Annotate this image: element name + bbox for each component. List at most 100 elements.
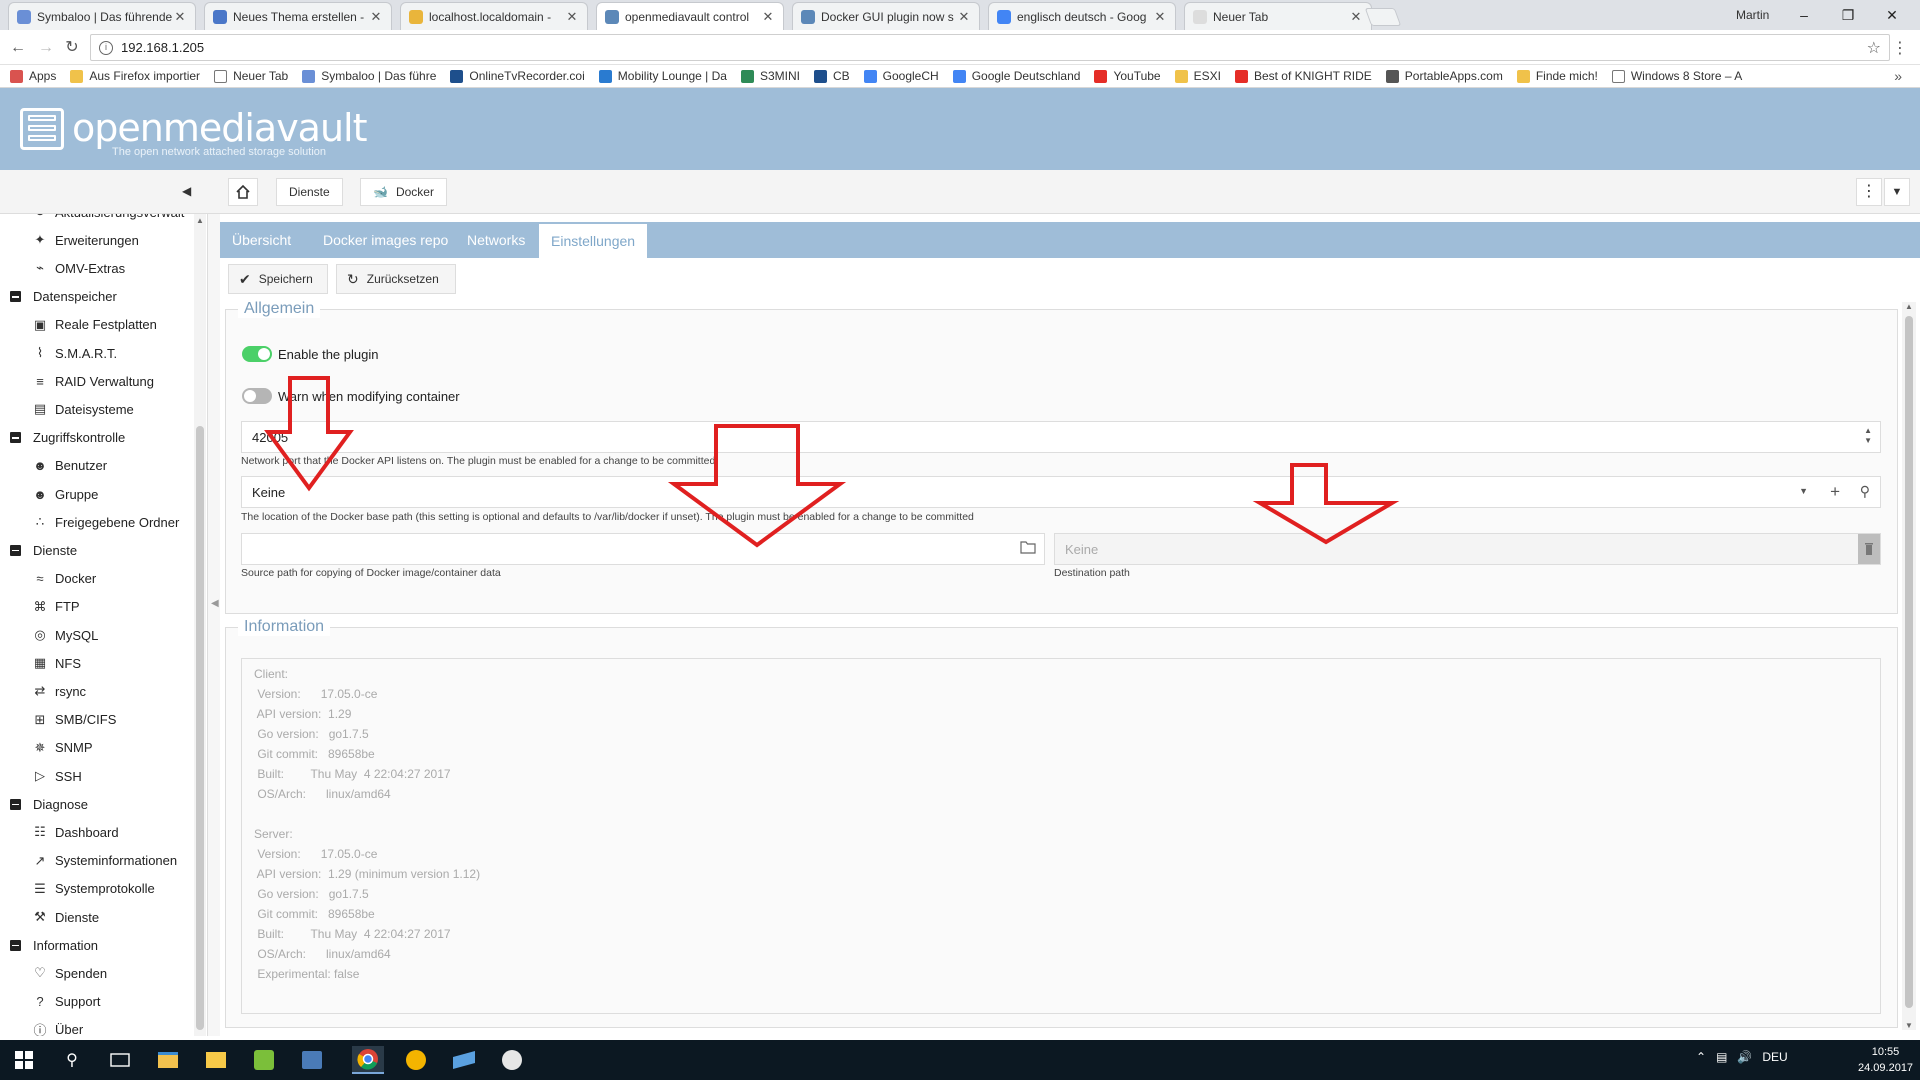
chrome-icon[interactable] bbox=[352, 1046, 384, 1074]
sidebar-item[interactable]: ☻ Gruppe bbox=[32, 480, 98, 508]
collapse-group-icon[interactable] bbox=[10, 798, 21, 810]
close-tab-icon[interactable]: ✕ bbox=[565, 9, 579, 25]
close-tab-icon[interactable]: ✕ bbox=[369, 9, 383, 25]
file-explorer-icon[interactable] bbox=[152, 1046, 184, 1074]
collapse-group-icon[interactable] bbox=[10, 432, 21, 444]
sidebar-item[interactable]: ⚒ Dienste bbox=[32, 903, 99, 931]
folder-icon[interactable] bbox=[1020, 540, 1036, 557]
close-tab-icon[interactable]: ✕ bbox=[1349, 9, 1363, 25]
browser-menu-icon[interactable]: ⋮ bbox=[1892, 38, 1908, 58]
url-text[interactable]: 192.168.1.205 bbox=[121, 40, 204, 55]
warn-modify-toggle[interactable] bbox=[242, 388, 272, 404]
task-view-icon[interactable] bbox=[104, 1046, 136, 1074]
home-icon[interactable] bbox=[228, 178, 258, 206]
search-icon[interactable]: ⚲ bbox=[56, 1046, 88, 1074]
sidebar-item[interactable]: ⊞ SMB/CIFS bbox=[32, 706, 117, 734]
bookmark-item[interactable]: Apps bbox=[10, 69, 56, 83]
more-options-icon[interactable]: ⋮ bbox=[1856, 178, 1882, 206]
address-bar[interactable]: i 192.168.1.205 ☆ bbox=[90, 34, 1890, 61]
collapse-group-icon[interactable] bbox=[10, 544, 21, 556]
sidebar-item[interactable]: ☻ Benutzer bbox=[32, 452, 107, 480]
browser-tab[interactable]: localhost.localdomain - ✕ bbox=[400, 2, 588, 30]
bookmark-item[interactable]: GoogleCH bbox=[863, 69, 939, 83]
sidebar-group[interactable]: Datenspeicher bbox=[10, 283, 117, 311]
back-icon[interactable]: ← bbox=[8, 38, 28, 58]
sidebar-item[interactable]: ⌘ FTP bbox=[32, 593, 80, 621]
api-port-input[interactable]: 42005 ▲ ▼ bbox=[241, 421, 1881, 453]
volume-icon[interactable]: 🔊 bbox=[1737, 1050, 1752, 1064]
collapse-sidebar-icon[interactable]: ◀ bbox=[182, 184, 191, 198]
base-path-select[interactable]: Keine ▼ + ⚲ bbox=[241, 476, 1881, 508]
network-app-icon[interactable] bbox=[296, 1046, 328, 1074]
destination-path-input[interactable]: Keine bbox=[1054, 533, 1881, 565]
browser-tab[interactable]: englisch deutsch - Goog ✕ bbox=[988, 2, 1176, 30]
source-path-input[interactable] bbox=[241, 533, 1045, 565]
bookmark-item[interactable]: S3MINI bbox=[740, 69, 800, 83]
sidebar-item[interactable]: ≈ Docker bbox=[32, 565, 96, 593]
scroll-up-icon[interactable]: ▲ bbox=[196, 216, 204, 225]
sidebar-item[interactable]: ↻ Aktualisierungsverwalt bbox=[32, 214, 185, 226]
reload-icon[interactable]: ↻ bbox=[62, 38, 82, 58]
close-tab-icon[interactable]: ✕ bbox=[173, 9, 187, 25]
bookmark-star-icon[interactable]: ☆ bbox=[1867, 38, 1881, 58]
trash-icon[interactable] bbox=[1858, 534, 1880, 564]
app-green-icon[interactable] bbox=[248, 1046, 280, 1074]
enable-plugin-toggle[interactable] bbox=[242, 346, 272, 362]
tab-docker-images-repo[interactable]: Docker images repo bbox=[311, 222, 460, 258]
main-scroll-thumb[interactable] bbox=[1905, 316, 1913, 1008]
bookmark-item[interactable]: YouTube bbox=[1094, 69, 1161, 83]
bookmark-item[interactable]: Symbaloo | Das führe bbox=[302, 69, 436, 83]
bookmark-item[interactable]: ESXI bbox=[1174, 69, 1221, 83]
close-tab-icon[interactable]: ✕ bbox=[957, 9, 971, 25]
sidebar-group[interactable]: Zugriffskontrolle bbox=[10, 424, 125, 452]
sidebar-item[interactable]: ▦ NFS bbox=[32, 649, 81, 677]
browser-tab[interactable]: Symbaloo | Das führende ✕ bbox=[8, 2, 196, 30]
bookmarks-overflow-icon[interactable]: » bbox=[1894, 68, 1902, 84]
sidebar-item[interactable]: ▷ SSH bbox=[32, 762, 82, 790]
sidebar-item[interactable]: ☰ Systemprotokolle bbox=[32, 875, 155, 903]
sidebar-scrollbar[interactable]: ▲ bbox=[194, 214, 206, 1036]
sidebar-item[interactable]: ♡ Spenden bbox=[32, 959, 107, 987]
breadcrumb-docker[interactable]: 🐋 Docker bbox=[360, 178, 447, 206]
sidebar-item[interactable]: ✦ Erweiterungen bbox=[32, 226, 139, 254]
sidebar-group[interactable]: Dienste bbox=[10, 536, 77, 564]
browser-tab[interactable]: Neues Thema erstellen - ✕ bbox=[204, 2, 392, 30]
spinner-icon[interactable]: ▲ ▼ bbox=[1864, 426, 1872, 446]
add-icon[interactable]: + bbox=[1830, 482, 1840, 502]
sidebar-item[interactable]: ↗ Systeminformationen bbox=[32, 847, 178, 875]
new-tab-button[interactable] bbox=[1364, 8, 1402, 26]
tab-networks[interactable]: Networks bbox=[455, 222, 537, 258]
sidebar-splitter[interactable]: ◀ bbox=[208, 214, 220, 1036]
app-blue-icon[interactable] bbox=[448, 1046, 480, 1074]
bookmark-item[interactable]: Finde mich! bbox=[1516, 69, 1598, 83]
network-icon[interactable]: ▤ bbox=[1716, 1050, 1727, 1064]
bookmark-item[interactable]: Google Deutschland bbox=[952, 69, 1080, 83]
sidebar-group[interactable]: Diagnose bbox=[10, 790, 88, 818]
main-scrollbar[interactable]: ▲ ▼ bbox=[1902, 302, 1916, 1030]
search-icon[interactable]: ⚲ bbox=[1860, 483, 1870, 500]
clock[interactable]: 10:55 24.09.2017 bbox=[1858, 1044, 1913, 1076]
bookmark-item[interactable]: Neuer Tab bbox=[214, 69, 288, 83]
scroll-up-icon[interactable]: ▲ bbox=[1905, 302, 1913, 311]
sidebar-item[interactable]: ✵ SNMP bbox=[32, 734, 93, 762]
windows-start-icon[interactable] bbox=[8, 1046, 40, 1074]
minimize-icon[interactable]: – bbox=[1784, 4, 1824, 26]
tab-einstellungen[interactable]: Einstellungen bbox=[539, 224, 648, 258]
sidebar-item[interactable]: ⌁ OMV-Extras bbox=[32, 254, 125, 282]
sidebar-item[interactable]: ≡ RAID Verwaltung bbox=[32, 367, 154, 395]
browser-tab[interactable]: openmediavault control ✕ bbox=[596, 2, 784, 30]
browser-tab[interactable]: Docker GUI plugin now s ✕ bbox=[792, 2, 980, 30]
sidebar-group[interactable]: Information bbox=[10, 931, 98, 959]
sidebar-scroll-thumb[interactable] bbox=[196, 426, 204, 1030]
sidebar-item[interactable]: ∴ Freigegebene Ordner bbox=[32, 508, 179, 536]
bookmark-item[interactable]: Mobility Lounge | Da bbox=[598, 69, 727, 83]
profile-name[interactable]: Martin bbox=[1736, 8, 1769, 22]
bookmark-item[interactable]: Windows 8 Store – A bbox=[1611, 69, 1742, 83]
site-info-icon[interactable]: i bbox=[99, 40, 113, 55]
save-button[interactable]: ✔ Speichern bbox=[228, 264, 328, 294]
tab-uebersicht[interactable]: Übersicht bbox=[220, 222, 303, 258]
close-window-icon[interactable]: ✕ bbox=[1872, 4, 1912, 26]
dropdown-caret-icon[interactable]: ▼ bbox=[1799, 486, 1808, 496]
sidebar-item[interactable]: ☷ Dashboard bbox=[32, 818, 118, 846]
sidebar-item[interactable]: ? Support bbox=[32, 988, 100, 1016]
